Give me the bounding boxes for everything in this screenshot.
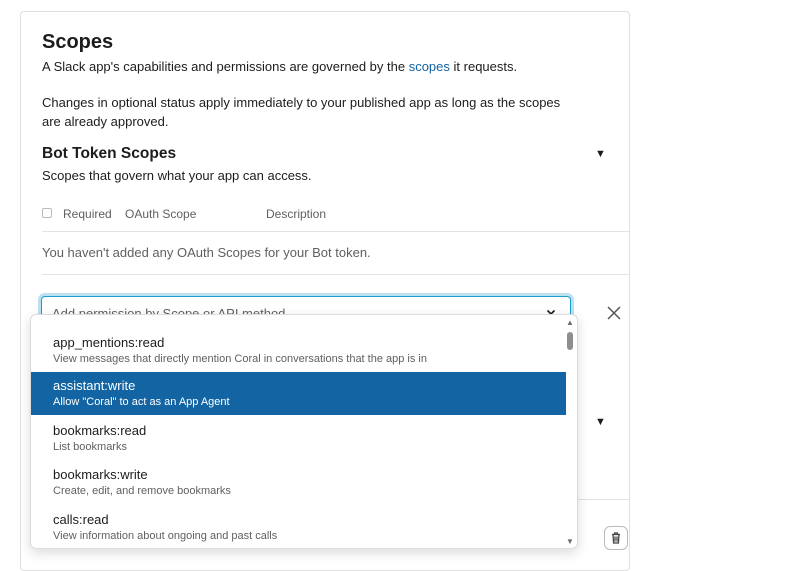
option-scope: assistant:write	[53, 378, 136, 393]
option-scope: calls:read	[53, 512, 109, 527]
option-scope: bookmarks:write	[53, 467, 148, 482]
scopes-intro: A Slack app's capabilities and permissio…	[42, 59, 517, 74]
empty-scopes-message: You haven't added any OAuth Scopes for y…	[42, 245, 371, 260]
caret-down-icon[interactable]: ▼	[595, 148, 606, 160]
trash-button[interactable]	[604, 526, 628, 550]
scopes-link[interactable]: scopes	[409, 59, 450, 74]
intro-text-before: A Slack app's capabilities and permissio…	[42, 59, 409, 74]
option-description: Allow "Coral" to act as an App Agent	[53, 396, 230, 408]
scroll-up-icon[interactable]: ▲	[566, 318, 574, 327]
option-description: View messages that directly mention Cora…	[53, 353, 427, 365]
divider	[42, 231, 630, 232]
column-description: Description	[266, 207, 327, 221]
scope-option[interactable]: app_mentions:read View messages that dir…	[31, 329, 566, 372]
trash-icon	[612, 532, 620, 544]
bot-scopes-title: Bot Token Scopes	[42, 145, 177, 162]
scope-option-selected[interactable]: assistant:write Allow "Coral" to act as …	[31, 372, 566, 415]
scopes-note: Changes in optional status apply immedia…	[42, 95, 561, 129]
option-description: Create, edit, and remove bookmarks	[53, 485, 231, 497]
column-oauth-scope: OAuth Scope	[125, 207, 197, 221]
scope-options-menu[interactable]: app_mentions:read View messages that dir…	[30, 314, 578, 549]
scrollbar-thumb[interactable]	[567, 332, 573, 350]
option-scope: app_mentions:read	[53, 335, 165, 350]
menu-scrollbar[interactable]: ▲ ▼	[565, 315, 575, 548]
scope-option[interactable]: calls:read View information about ongoin…	[31, 506, 566, 548]
scopes-title: Scopes	[42, 31, 114, 53]
scroll-down-icon[interactable]: ▼	[566, 537, 574, 546]
close-icon[interactable]	[605, 304, 623, 322]
caret-down-icon[interactable]: ▼	[595, 416, 606, 428]
scope-option[interactable]: bookmarks:write Create, edit, and remove…	[31, 461, 566, 504]
bot-scopes-subtitle: Scopes that govern what your app can acc…	[42, 168, 312, 183]
column-required: Required	[63, 207, 112, 221]
intro-text-after: it requests.	[449, 59, 518, 74]
option-description: List bookmarks	[53, 441, 127, 453]
option-description: View information about ongoing and past …	[53, 530, 278, 542]
divider	[42, 274, 630, 275]
scope-option[interactable]: bookmarks:read List bookmarks	[31, 417, 566, 460]
required-checkbox[interactable]	[42, 208, 52, 218]
option-scope: bookmarks:read	[53, 423, 147, 438]
